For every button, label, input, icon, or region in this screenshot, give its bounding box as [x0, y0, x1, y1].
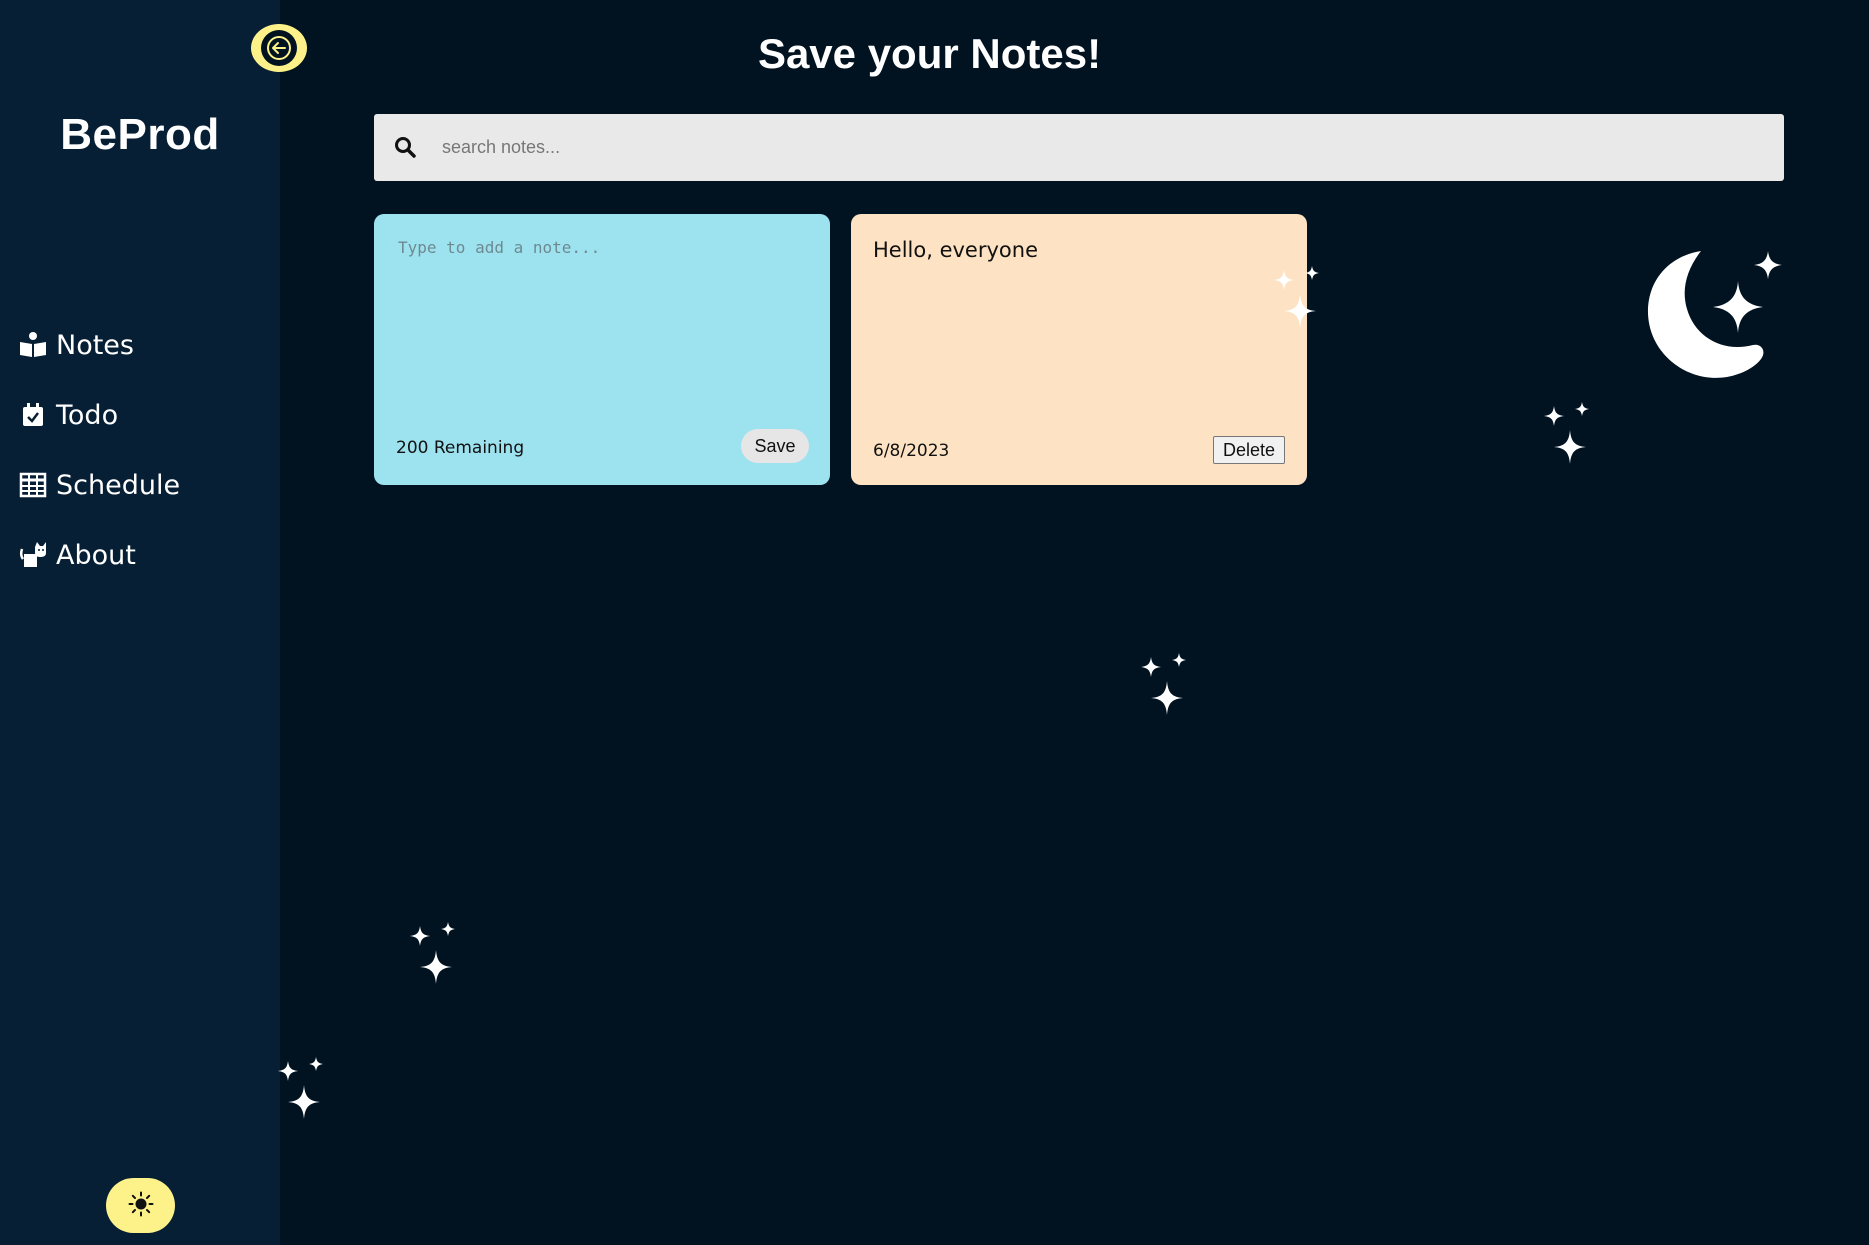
delete-button[interactable]: Delete	[1213, 436, 1285, 464]
reading-book-icon	[18, 330, 48, 360]
table-grid-icon	[18, 470, 48, 500]
sparkles-icon	[278, 1057, 323, 1119]
sidebar-nav: Notes Todo Schedule About	[18, 310, 180, 590]
sidebar-item-todo[interactable]: Todo	[18, 380, 180, 450]
sidebar-item-schedule[interactable]: Schedule	[18, 450, 180, 520]
theme-toggle-button[interactable]	[106, 1178, 175, 1233]
save-button[interactable]: Save	[741, 429, 809, 463]
sidebar-item-label: Todo	[56, 399, 119, 431]
sidebar-item-about[interactable]: About	[18, 520, 180, 590]
sidebar-item-label: About	[56, 539, 136, 571]
sun-icon	[128, 1191, 154, 1221]
cat-icon	[18, 540, 48, 570]
search-icon	[394, 136, 418, 160]
sparkles-icon	[410, 922, 455, 984]
sparkles-icon	[1274, 266, 1319, 328]
new-note-card: 200 Remaining Save	[374, 214, 830, 485]
brand-logo: BeProd	[60, 110, 220, 159]
sidebar-item-label: Notes	[56, 329, 134, 361]
sparkles-icon	[1141, 653, 1186, 715]
page-title: Save your Notes!	[757, 30, 1102, 77]
sidebar-item-notes[interactable]: Notes	[18, 310, 180, 380]
moon-icon	[1647, 251, 1782, 378]
new-note-textarea[interactable]	[396, 236, 810, 390]
app: BeProd Notes Todo Schedule About Save yo…	[0, 0, 1869, 1245]
sidebar: BeProd Notes Todo Schedule About	[0, 0, 280, 1245]
note-card: Hello, everyone 6/8/2023 Delete	[851, 214, 1307, 485]
sidebar-item-label: Schedule	[56, 469, 181, 501]
calendar-check-icon	[18, 400, 48, 430]
search-bar	[374, 114, 1784, 181]
search-input[interactable]	[440, 136, 1744, 159]
sparkles-icon	[1544, 402, 1589, 464]
note-date: 6/8/2023	[873, 441, 950, 461]
remaining-counter: 200 Remaining	[396, 438, 525, 458]
note-text: Hello, everyone	[873, 238, 1038, 262]
